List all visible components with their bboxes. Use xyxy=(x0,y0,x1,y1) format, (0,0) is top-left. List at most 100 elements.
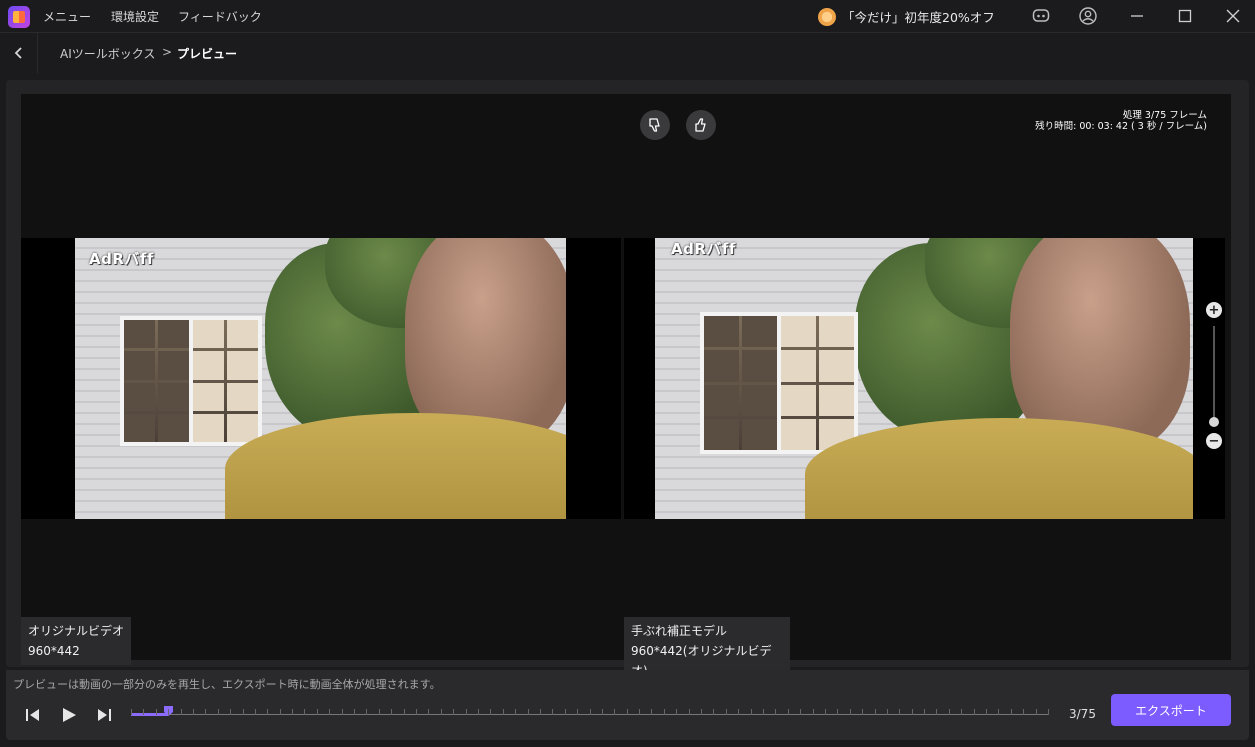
stabilized-video: AdRバff xyxy=(624,238,1225,519)
play-button[interactable] xyxy=(58,704,80,726)
zoom-in-button[interactable]: + xyxy=(1206,302,1222,318)
promo-text: 「今だけ」初年度20%オフ xyxy=(842,10,995,25)
stabilized-video-frame: AdRバff xyxy=(655,238,1193,519)
original-video-label: オリジナルビデオ 960*442 xyxy=(21,617,131,665)
timeline-tick xyxy=(689,709,690,715)
timeline-tick xyxy=(366,709,367,715)
prev-frame-button[interactable] xyxy=(22,704,44,726)
promo-banner[interactable]: 「今だけ」初年度20%オフ xyxy=(818,7,995,26)
timeline-tick xyxy=(577,709,578,715)
timeline-tick xyxy=(862,709,863,715)
timeline-tick xyxy=(676,709,677,715)
timeline-tick xyxy=(986,709,987,715)
breadcrumb-current: プレビュー xyxy=(177,47,238,61)
timeline-progress xyxy=(131,713,168,716)
export-button[interactable]: エクスポート xyxy=(1111,694,1231,726)
timeline-tick xyxy=(528,709,529,715)
original-video-resolution: 960*442 xyxy=(28,644,80,658)
play-icon xyxy=(63,708,76,722)
breadcrumb-separator: > xyxy=(162,45,173,59)
original-video-frame: AdRバff xyxy=(75,238,566,519)
close-icon[interactable] xyxy=(1223,6,1243,26)
timeline-tick xyxy=(825,709,826,715)
zoom-slider-handle[interactable] xyxy=(1209,417,1219,427)
thumbs-up-button[interactable] xyxy=(686,110,716,140)
account-icon[interactable] xyxy=(1078,6,1098,26)
timeline-tick xyxy=(949,709,950,715)
timeline-tick xyxy=(664,709,665,715)
app-logo-icon xyxy=(8,6,30,28)
back-button[interactable] xyxy=(0,33,38,73)
timeline-tick xyxy=(280,709,281,715)
zoom-track[interactable] xyxy=(1213,326,1215,422)
window-image xyxy=(120,316,262,446)
feedback-button[interactable]: フィードバック xyxy=(178,8,262,25)
timeline-tick xyxy=(181,709,182,715)
processed-frames: 処理 3/75 フレーム xyxy=(1122,110,1207,121)
timeline-tick xyxy=(441,709,442,715)
breadcrumb-parent[interactable]: AIツールボックス xyxy=(60,45,155,62)
timeline-tick xyxy=(478,709,479,715)
timeline-tick xyxy=(701,709,702,715)
stabilized-video-title: 手ぶれ補正モデル xyxy=(631,624,728,638)
timeline-tick xyxy=(267,709,268,715)
timeline-tick xyxy=(416,709,417,715)
timeline-tick xyxy=(751,709,752,715)
timeline-tick xyxy=(1048,709,1049,715)
sun-promo-icon xyxy=(818,7,836,26)
next-frame-button[interactable] xyxy=(93,704,115,726)
timeline-tick xyxy=(342,709,343,715)
timeline-tick xyxy=(974,709,975,715)
timeline-tick xyxy=(924,709,925,715)
remaining-time: 残り時間: 00: 03: 42 ( 3 秒 / フレーム) xyxy=(1035,121,1207,132)
timeline-tick xyxy=(800,709,801,715)
zoom-out-button[interactable]: − xyxy=(1206,433,1222,449)
timeline-tick xyxy=(887,709,888,715)
timeline-tick xyxy=(243,709,244,715)
window-image xyxy=(700,312,858,454)
timeline-tick xyxy=(763,709,764,715)
timeline-slider[interactable] xyxy=(131,706,1049,722)
settings-button[interactable]: 環境設定 xyxy=(111,8,159,25)
timeline-tick xyxy=(837,709,838,715)
timeline-tick xyxy=(453,709,454,715)
timeline-tick xyxy=(391,709,392,715)
timeline-tick xyxy=(193,709,194,715)
timeline-tick xyxy=(230,709,231,715)
timeline-tick xyxy=(552,709,553,715)
timeline-tick xyxy=(317,709,318,715)
timeline-tick xyxy=(205,709,206,715)
timeline-tick xyxy=(156,709,157,715)
maximize-icon[interactable] xyxy=(1175,6,1195,26)
timeline-tick xyxy=(168,709,169,715)
timeline-tick xyxy=(775,709,776,715)
timeline-tick xyxy=(961,709,962,715)
menu-button[interactable]: メニュー xyxy=(43,8,91,25)
timeline-tick xyxy=(143,709,144,715)
timeline-tick xyxy=(540,709,541,715)
breadcrumb-bar: AIツールボックス > プレビュー xyxy=(0,32,1255,73)
preview-notice: プレビューは動画の一部分のみを再生し、エクスポート時に動画全体が処理されます。 xyxy=(13,678,441,691)
timeline-tick xyxy=(936,709,937,715)
timeline-tick xyxy=(379,709,380,715)
timeline-tick xyxy=(788,709,789,715)
thumbs-down-icon xyxy=(649,118,660,132)
discord-icon[interactable] xyxy=(1031,6,1051,26)
timeline-tick xyxy=(726,709,727,715)
timeline-tick xyxy=(490,709,491,715)
timeline-tick xyxy=(602,709,603,715)
timeline-tick xyxy=(1023,709,1024,715)
prev-frame-icon xyxy=(26,709,39,721)
timeline-tick xyxy=(1011,709,1012,715)
frame-counter: 3/75 xyxy=(1069,707,1096,721)
zoom-control: + − xyxy=(1206,302,1222,452)
timeline-tick xyxy=(1036,709,1037,715)
video-watermark: AdRバff xyxy=(89,250,154,268)
timeline-tick xyxy=(813,709,814,715)
timeline-tick xyxy=(515,709,516,715)
thumbs-up-icon xyxy=(695,118,706,132)
minimize-icon[interactable] xyxy=(1127,6,1147,26)
thumbs-down-button[interactable] xyxy=(640,110,670,140)
timeline-tick xyxy=(304,709,305,715)
timeline-tick xyxy=(131,709,132,715)
